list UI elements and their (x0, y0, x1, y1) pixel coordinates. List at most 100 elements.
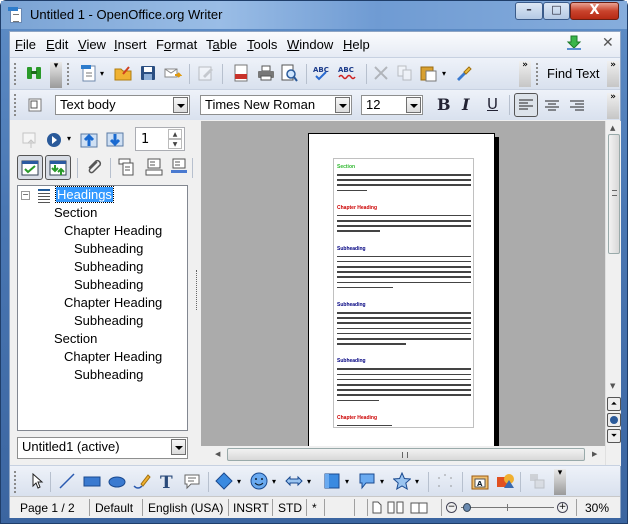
tree-item[interactable]: Subheading (74, 241, 143, 256)
promote-chapter-icon[interactable] (145, 158, 163, 176)
close-button[interactable]: X (570, 2, 619, 20)
email-icon[interactable] (164, 64, 182, 82)
toggle-icon[interactable] (21, 131, 39, 149)
symbol-shapes-icon[interactable] (250, 472, 268, 490)
next-object-icon[interactable] (106, 131, 124, 149)
tree-item-selected[interactable]: Headings (55, 186, 114, 203)
menu-help[interactable]: Help (343, 37, 370, 52)
next-page-icon[interactable]: ⏷ (607, 429, 621, 443)
toolbar-overflow[interactable]: ▾ (554, 469, 566, 495)
cut-icon[interactable] (372, 64, 390, 82)
export-pdf-icon[interactable] (232, 64, 250, 82)
selection-mode-status[interactable]: STD (278, 501, 302, 515)
tree-item[interactable]: Chapter Heading (64, 223, 162, 238)
navigator-icon[interactable] (25, 64, 43, 82)
dropdown-arrow-icon[interactable]: ▾ (345, 477, 349, 486)
tree-item[interactable]: Subheading (74, 259, 143, 274)
spellcheck-icon[interactable]: ABC (313, 64, 331, 82)
zoom-in-icon[interactable]: + (557, 502, 568, 513)
line-icon[interactable] (58, 472, 76, 490)
language-status[interactable]: English (USA) (148, 501, 223, 515)
chevron-down-icon[interactable] (173, 97, 188, 113)
zoom-level-status[interactable]: 30% (585, 501, 609, 515)
tree-item[interactable]: Section (54, 205, 97, 220)
tree-item[interactable]: Subheading (74, 277, 143, 292)
collapse-icon[interactable]: − (21, 191, 30, 200)
extrusion-icon[interactable] (496, 472, 514, 490)
align-left-button[interactable] (514, 93, 538, 117)
points-icon[interactable] (436, 472, 454, 490)
navigation-icon[interactable] (45, 131, 63, 149)
previous-page-icon[interactable]: ⏶ (607, 397, 621, 411)
document-page[interactable]: Section Chapter Heading Subheading Subheadi… (308, 133, 495, 451)
dropdown-arrow-icon[interactable]: ▾ (272, 477, 276, 486)
insert-mode-status[interactable]: INSRT (233, 501, 269, 515)
tree-item[interactable]: Subheading (74, 313, 143, 328)
callouts-icon[interactable] (358, 472, 376, 490)
chevron-down-icon[interactable] (406, 97, 421, 113)
multi-page-view-icon[interactable] (387, 501, 405, 514)
menu-insert[interactable]: Insert (114, 37, 147, 52)
splitter-grip[interactable] (196, 270, 199, 310)
page-style-status[interactable]: Default (95, 501, 133, 515)
tree-item[interactable]: Subheading (74, 367, 143, 382)
toolbar-grip[interactable] (536, 63, 539, 85)
menu-table[interactable]: Table (206, 37, 237, 52)
stars-icon[interactable] (393, 472, 411, 490)
toolbar-grip[interactable] (14, 471, 17, 493)
document-area[interactable]: Section Chapter Heading Subheading Subheadi… (201, 121, 605, 451)
print-icon[interactable] (257, 64, 275, 82)
heading-levels-icon[interactable] (118, 158, 136, 176)
font-size-select[interactable]: 12 (361, 95, 423, 115)
dropdown-arrow-icon[interactable]: ▾ (415, 477, 419, 486)
open-icon[interactable] (114, 64, 132, 82)
demote-chapter-icon[interactable] (170, 158, 188, 176)
vertical-scrollbar[interactable]: ▲ ▼ ⏶ ⏷ (605, 121, 621, 466)
select-pointer-icon[interactable] (28, 472, 46, 490)
dropdown-arrow-icon[interactable]: ▾ (380, 477, 384, 486)
content-view-button[interactable] (17, 155, 43, 180)
zoom-slider[interactable] (461, 503, 554, 512)
menu-view[interactable]: View (78, 37, 106, 52)
scroll-down-icon[interactable]: ▼ (610, 382, 615, 390)
chevron-down-icon[interactable] (171, 439, 186, 455)
zoom-out-icon[interactable]: − (446, 502, 457, 513)
dropdown-arrow-icon[interactable]: ▾ (307, 477, 311, 486)
align-center-icon[interactable] (545, 100, 559, 112)
save-icon[interactable] (139, 64, 157, 82)
toolbar-overflow[interactable]: » (607, 61, 619, 87)
book-view-icon[interactable] (410, 501, 428, 514)
spin-up-icon[interactable]: ▲ (168, 129, 182, 139)
align-right-icon[interactable] (570, 100, 584, 112)
dropdown-arrow-icon[interactable]: ▾ (442, 69, 446, 78)
flowcharts-icon[interactable] (323, 472, 341, 490)
font-name-select[interactable]: Times New Roman (200, 95, 352, 115)
toolbar-overflow[interactable]: ▾ (50, 62, 62, 88)
bold-button[interactable]: B (437, 95, 451, 114)
menu-edit[interactable]: Edit (46, 37, 68, 52)
drag-mode-paperclip-icon[interactable] (85, 158, 103, 176)
chevron-down-icon[interactable] (335, 97, 350, 113)
menu-window[interactable]: Window (287, 37, 333, 52)
find-text-label[interactable]: Find Text (547, 66, 600, 81)
page-preview-icon[interactable] (280, 64, 298, 82)
styles-formatting-icon[interactable] (26, 96, 44, 114)
dropdown-arrow-icon[interactable]: ▾ (237, 477, 241, 486)
update-download-icon[interactable] (566, 35, 582, 51)
document-select[interactable]: Untitled1 (active) (17, 437, 188, 459)
zoom-slider-handle[interactable] (462, 503, 471, 512)
copy-icon[interactable] (396, 64, 414, 82)
toolbar-overflow[interactable]: » (607, 93, 619, 119)
toolbar-grip[interactable] (14, 94, 17, 116)
toolbar-grip[interactable] (14, 63, 17, 85)
toolbar-grip[interactable] (67, 63, 70, 85)
extrusion-toggle-icon[interactable] (528, 472, 546, 490)
scroll-left-icon[interactable]: ◀ (215, 450, 220, 458)
callout-icon[interactable] (183, 472, 201, 490)
italic-button[interactable]: I (462, 95, 469, 114)
menu-format[interactable]: Format (156, 37, 197, 52)
scroll-up-icon[interactable]: ▲ (610, 124, 615, 132)
menu-file[interactable]: File (15, 37, 36, 52)
scroll-thumb[interactable] (227, 448, 585, 461)
underline-button[interactable]: U (487, 95, 498, 113)
